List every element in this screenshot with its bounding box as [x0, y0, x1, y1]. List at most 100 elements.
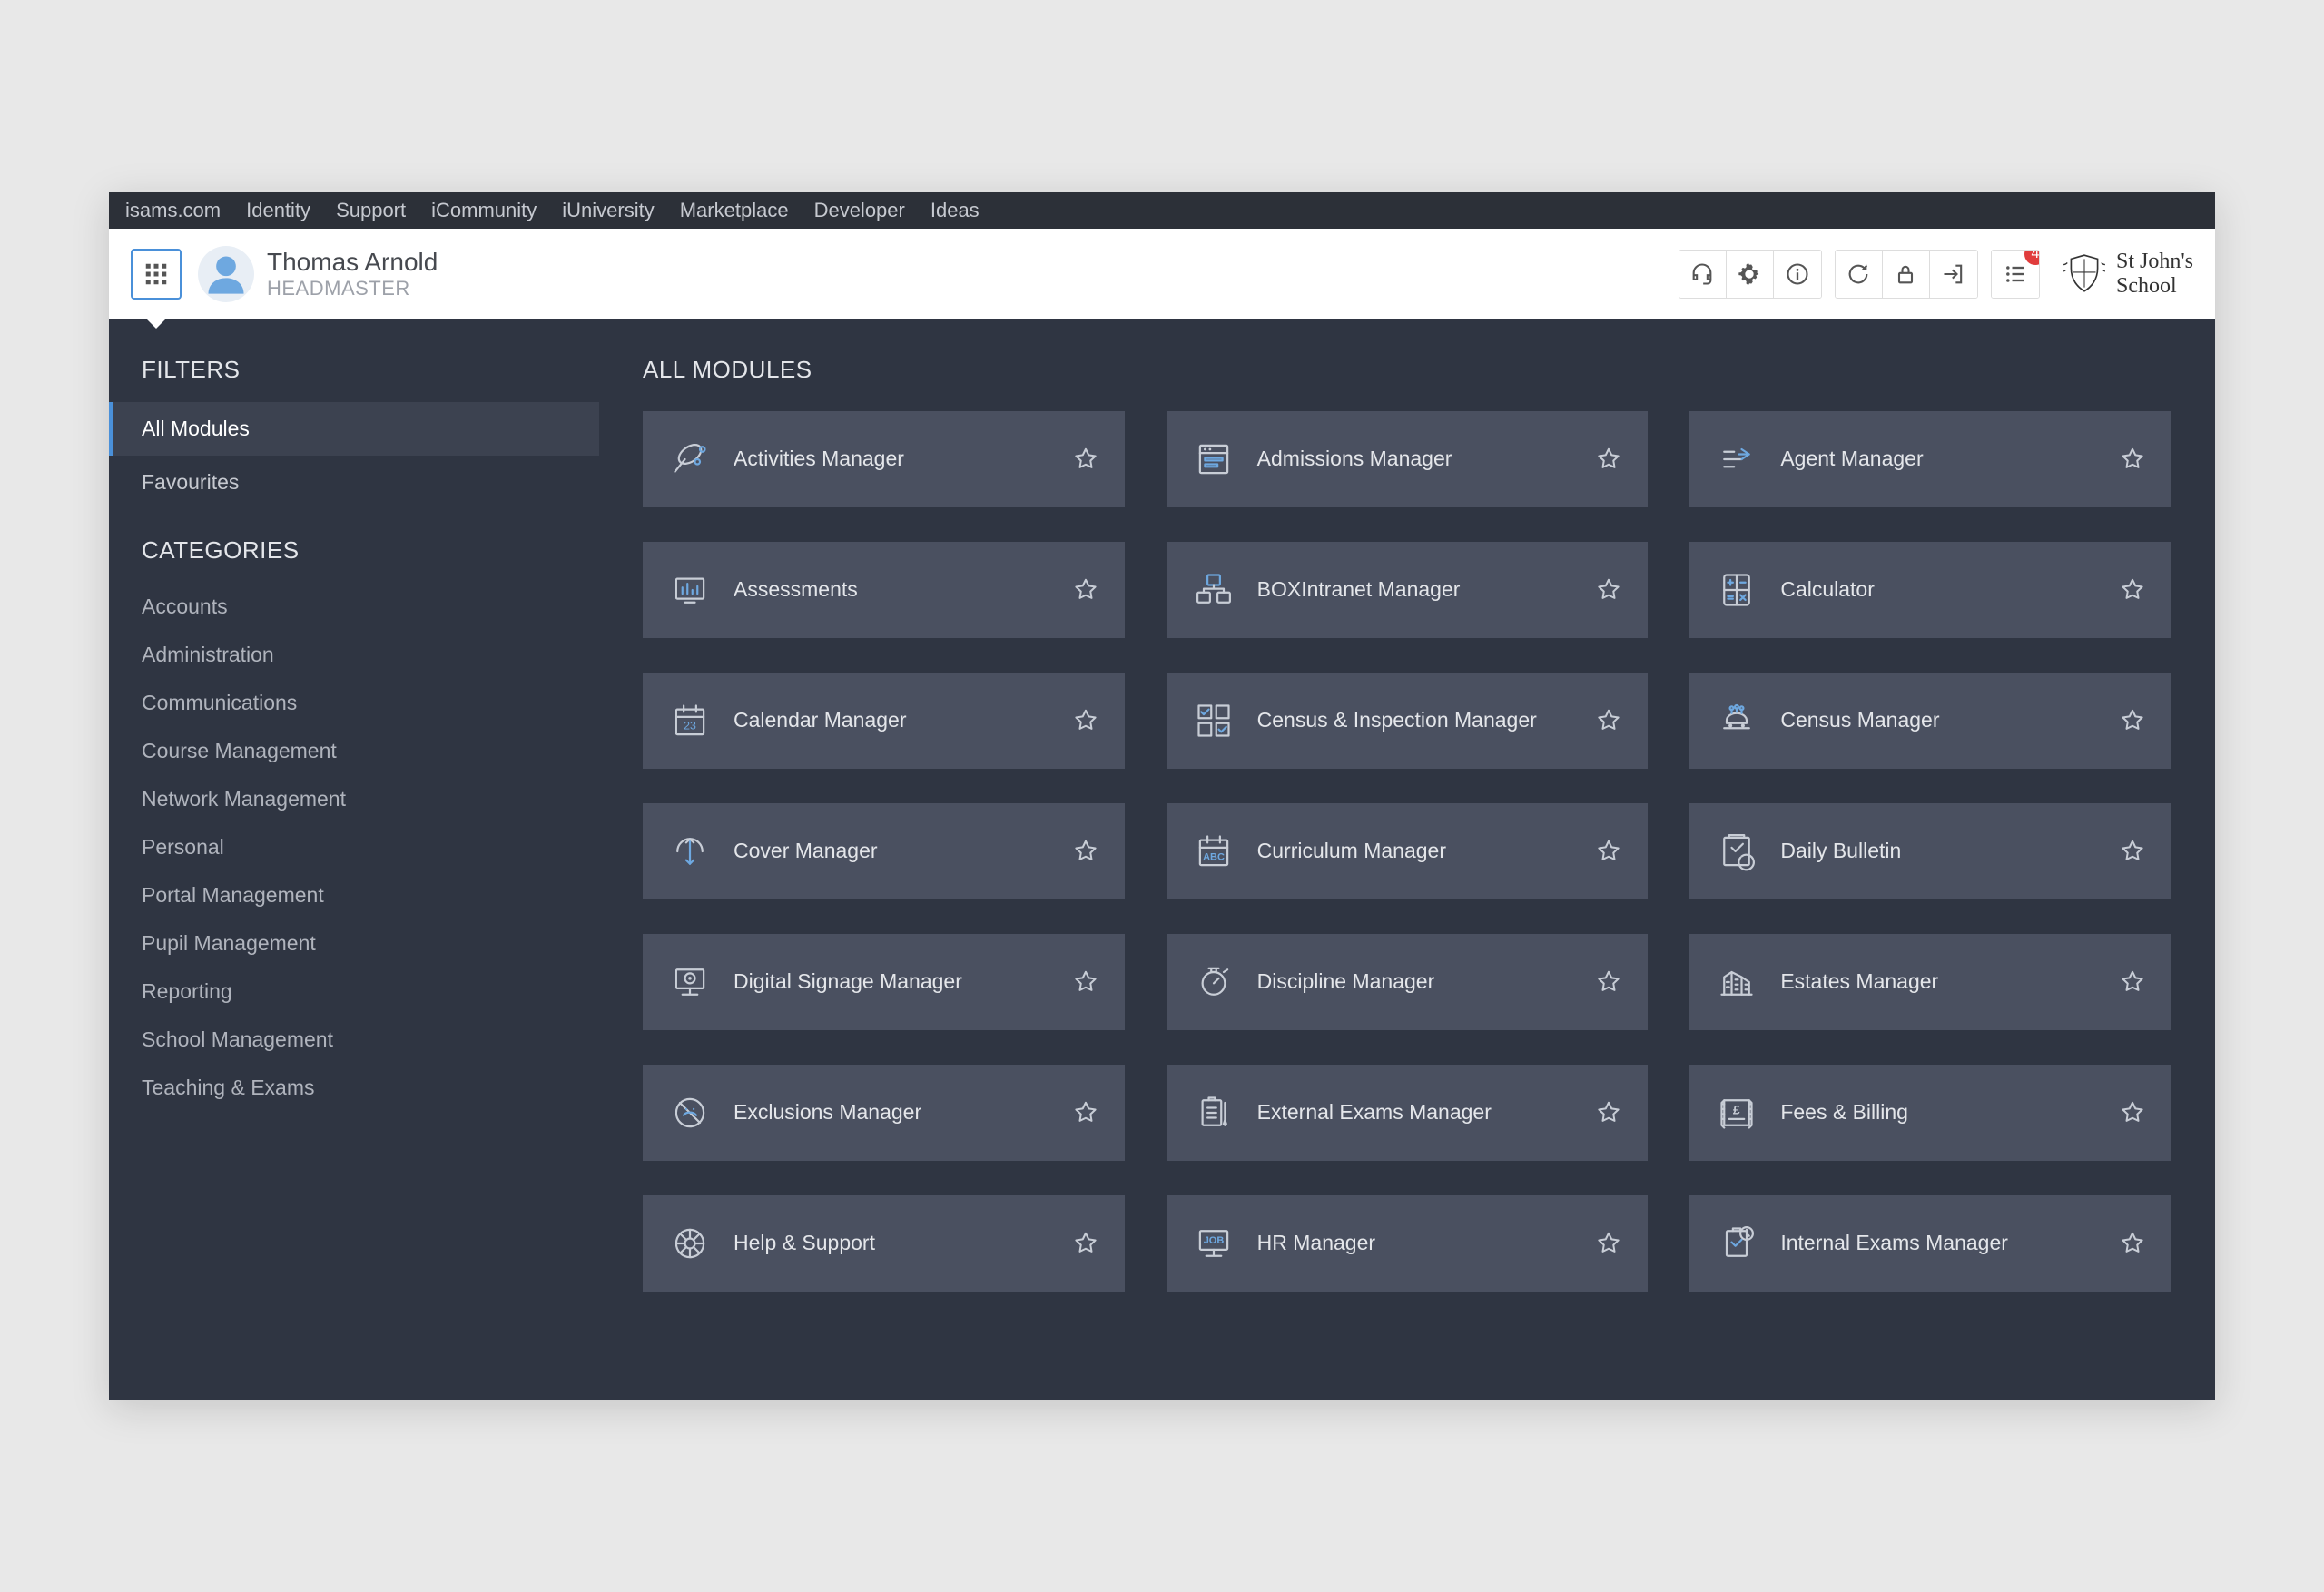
- module-card-estates-manager[interactable]: Estates Manager: [1689, 934, 2171, 1030]
- module-label: HR Manager: [1257, 1231, 1574, 1255]
- agent-icon: [1717, 439, 1757, 479]
- module-label: External Exams Manager: [1257, 1100, 1574, 1125]
- favourite-star-button[interactable]: [1595, 446, 1622, 473]
- sidebar: FILTERS All ModulesFavourites CATEGORIES…: [109, 319, 599, 1400]
- favourite-star-button[interactable]: [1072, 707, 1099, 734]
- apps-launcher-button[interactable]: [131, 249, 182, 300]
- module-label: Assessments: [734, 577, 1050, 602]
- module-label: Calculator: [1780, 577, 2097, 602]
- topnav-link-isams-com[interactable]: isams.com: [125, 199, 221, 222]
- settings-button[interactable]: [1727, 251, 1774, 298]
- module-card-digital-signage-manager[interactable]: Digital Signage Manager: [643, 934, 1125, 1030]
- category-accounts[interactable]: Accounts: [109, 583, 599, 631]
- app-body: FILTERS All ModulesFavourites CATEGORIES…: [109, 319, 2215, 1400]
- module-card-help-support[interactable]: Help & Support: [643, 1195, 1125, 1292]
- category-school-management[interactable]: School Management: [109, 1016, 599, 1064]
- module-card-census-manager[interactable]: Census Manager: [1689, 673, 2171, 769]
- internal-exams-icon: [1717, 1223, 1757, 1263]
- filter-all-modules[interactable]: All Modules: [109, 402, 599, 456]
- favourite-star-button[interactable]: [1072, 1230, 1099, 1257]
- topnav-link-marketplace[interactable]: Marketplace: [680, 199, 789, 222]
- logout-icon: [1941, 261, 1966, 287]
- favourite-star-button[interactable]: [1595, 838, 1622, 865]
- module-card-exclusions-manager[interactable]: Exclusions Manager: [643, 1065, 1125, 1161]
- favourite-star-button[interactable]: [2119, 446, 2146, 473]
- favourite-star-button[interactable]: [1595, 968, 1622, 996]
- module-label: Help & Support: [734, 1231, 1050, 1255]
- topnav-link-identity[interactable]: Identity: [246, 199, 310, 222]
- school-logo: St John's School: [2062, 250, 2193, 298]
- favourite-star-button[interactable]: [1595, 1099, 1622, 1126]
- favourite-star-button[interactable]: [1072, 1099, 1099, 1126]
- category-network-management[interactable]: Network Management: [109, 775, 599, 823]
- category-reporting[interactable]: Reporting: [109, 968, 599, 1016]
- module-label: Cover Manager: [734, 839, 1050, 863]
- favourite-star-button[interactable]: [1595, 1230, 1622, 1257]
- topnav-link-support[interactable]: Support: [336, 199, 406, 222]
- favourite-star-button[interactable]: [2119, 576, 2146, 604]
- favourite-star-button[interactable]: [1072, 576, 1099, 604]
- school-name-2: School: [2116, 274, 2193, 298]
- lock-button[interactable]: [1883, 251, 1930, 298]
- module-card-census-inspection-manager[interactable]: Census & Inspection Manager: [1167, 673, 1649, 769]
- refresh-button[interactable]: [1836, 251, 1883, 298]
- headset-button[interactable]: [1679, 251, 1727, 298]
- category-portal-management[interactable]: Portal Management: [109, 871, 599, 919]
- favourite-star-button[interactable]: [1072, 968, 1099, 996]
- topnav-link-iuniversity[interactable]: iUniversity: [562, 199, 654, 222]
- favourite-star-button[interactable]: [2119, 968, 2146, 996]
- module-card-cover-manager[interactable]: Cover Manager: [643, 803, 1125, 899]
- favourite-star-button[interactable]: [2119, 707, 2146, 734]
- filter-favourites[interactable]: Favourites: [109, 456, 599, 509]
- boxintranet-icon: [1194, 570, 1234, 610]
- category-communications[interactable]: Communications: [109, 679, 599, 727]
- module-card-fees-billing[interactable]: £Fees & Billing: [1689, 1065, 2171, 1161]
- gear-icon: [1737, 261, 1762, 287]
- module-card-calendar-manager[interactable]: 23Calendar Manager: [643, 673, 1125, 769]
- topnav-link-ideas[interactable]: Ideas: [931, 199, 980, 222]
- category-course-management[interactable]: Course Management: [109, 727, 599, 775]
- topnav-link-icommunity[interactable]: iCommunity: [431, 199, 537, 222]
- module-card-calculator[interactable]: Calculator: [1689, 542, 2171, 638]
- school-crest-icon: [2062, 251, 2107, 297]
- favourite-star-button[interactable]: [2119, 838, 2146, 865]
- favourite-star-button[interactable]: [1072, 446, 1099, 473]
- census-inspection-icon: [1194, 701, 1234, 741]
- module-card-admissions-manager[interactable]: Admissions Manager: [1167, 411, 1649, 507]
- category-personal[interactable]: Personal: [109, 823, 599, 871]
- favourite-star-button[interactable]: [1072, 838, 1099, 865]
- info-button[interactable]: [1774, 251, 1821, 298]
- module-card-daily-bulletin[interactable]: Daily Bulletin: [1689, 803, 2171, 899]
- module-card-discipline-manager[interactable]: Discipline Manager: [1167, 934, 1649, 1030]
- category-teaching-exams[interactable]: Teaching & Exams: [109, 1064, 599, 1112]
- school-name-1: St John's: [2116, 250, 2193, 273]
- category-pupil-management[interactable]: Pupil Management: [109, 919, 599, 968]
- lock-icon: [1893, 261, 1918, 287]
- headset-icon: [1689, 261, 1715, 287]
- module-icon: [1715, 437, 1758, 481]
- module-card-internal-exams-manager[interactable]: Internal Exams Manager: [1689, 1195, 2171, 1292]
- apps-launcher-pointer: [145, 318, 167, 329]
- notifications-button[interactable]: 4: [1992, 251, 2039, 298]
- favourite-star-button[interactable]: [2119, 1230, 2146, 1257]
- favourite-star-button[interactable]: [1595, 576, 1622, 604]
- module-label: Agent Manager: [1780, 447, 2097, 471]
- category-administration[interactable]: Administration: [109, 631, 599, 679]
- module-card-activities-manager[interactable]: Activities Manager: [643, 411, 1125, 507]
- module-card-hr-manager[interactable]: JOBHR Manager: [1167, 1195, 1649, 1292]
- favourite-star-button[interactable]: [1595, 707, 1622, 734]
- module-card-agent-manager[interactable]: Agent Manager: [1689, 411, 2171, 507]
- module-card-curriculum-manager[interactable]: ABCCurriculum Manager: [1167, 803, 1649, 899]
- module-label: Daily Bulletin: [1780, 839, 2097, 863]
- favourite-star-button[interactable]: [2119, 1099, 2146, 1126]
- calendar-icon: 23: [670, 701, 710, 741]
- module-icon: [668, 1091, 712, 1135]
- logout-button[interactable]: [1930, 251, 1977, 298]
- topnav-link-developer[interactable]: Developer: [814, 199, 905, 222]
- module-card-external-exams-manager[interactable]: External Exams Manager: [1167, 1065, 1649, 1161]
- bulletin-icon: [1717, 831, 1757, 871]
- user-avatar[interactable]: [198, 246, 254, 302]
- module-card-assessments[interactable]: Assessments: [643, 542, 1125, 638]
- fees-icon: £: [1717, 1093, 1757, 1133]
- module-card-boxintranet-manager[interactable]: BOXIntranet Manager: [1167, 542, 1649, 638]
